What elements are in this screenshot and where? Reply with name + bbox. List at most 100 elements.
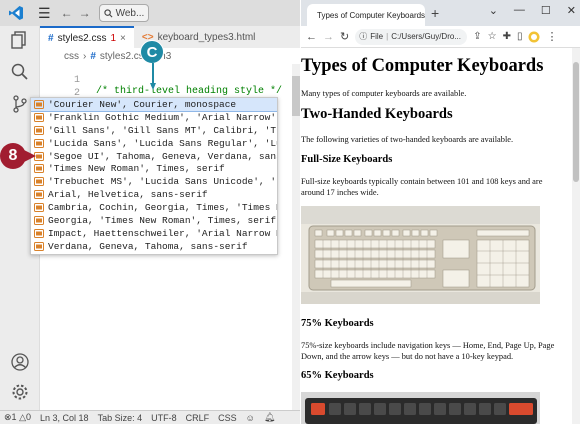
explorer-icon[interactable] xyxy=(10,30,30,50)
suggestion-item[interactable]: 'Courier New', Courier, monospace xyxy=(31,98,277,112)
chevron-down-icon[interactable]: ⌄ xyxy=(489,4,498,17)
suggestion-label: Arial, Helvetica, sans-serif xyxy=(48,189,208,201)
suggestion-label: 'Times New Roman', Times, serif xyxy=(48,163,225,175)
suggestion-label: 'Courier New', Courier, monospace xyxy=(48,98,237,110)
forward-arrow-icon[interactable]: → xyxy=(323,31,334,43)
callout-c-badge: C xyxy=(140,40,164,64)
scrollbar-thumb[interactable] xyxy=(573,62,579,182)
subsection-paragraph: Full-size keyboards typically contain be… xyxy=(301,177,543,197)
end-of-line[interactable]: CRLF xyxy=(186,413,210,423)
65-percent-keyboard-image xyxy=(301,392,540,424)
language-mode[interactable]: CSS xyxy=(218,413,237,423)
value-icon xyxy=(34,215,44,225)
suggestion-label: 'Gill Sans', 'Gill Sans MT', Calibri, 'T… xyxy=(48,124,277,136)
encoding[interactable]: UTF-8 xyxy=(151,413,177,423)
page-title: Types of Computer Keyboards xyxy=(301,56,544,76)
feedback-icon[interactable]: ☺ xyxy=(246,413,255,423)
callout-8-badge: 8 xyxy=(0,143,26,169)
suggestion-item[interactable]: 'Times New Roman', Times, serif xyxy=(31,162,277,175)
minimize-icon[interactable]: — xyxy=(514,4,525,17)
suggestion-item[interactable]: 'Lucida Sans', 'Lucida Sans Regular', 'L… xyxy=(31,137,277,150)
more-menu-icon[interactable]: ⋮ xyxy=(546,30,557,43)
star-icon[interactable]: ☆ xyxy=(488,31,497,42)
back-arrow-icon[interactable]: ← xyxy=(306,31,317,43)
bell-icon[interactable]: 🔔︎ xyxy=(264,412,275,423)
browser-tab[interactable]: Types of Computer Keyboards ✕ xyxy=(307,4,425,26)
cursor-position[interactable]: Ln 3, Col 18 xyxy=(40,413,89,423)
window-controls: ⌄ — ☐ ✕ xyxy=(489,4,576,17)
search-icon[interactable] xyxy=(10,62,30,82)
suggestion-item[interactable]: 'Trebuchet MS', 'Lucida Sans Unicode', '… xyxy=(31,175,277,188)
warning-count: 0 xyxy=(26,412,32,422)
suggestion-label: 'Franklin Gothic Medium', 'Arial Narrow'… xyxy=(48,111,277,123)
suggestion-item[interactable]: Impact, Haettenschweiler, 'Arial Narrow … xyxy=(31,227,277,240)
full-size-keyboard-image xyxy=(301,206,540,304)
section-heading: Two-Handed Keyboards xyxy=(301,106,453,122)
css-icon: # xyxy=(90,50,96,62)
error-count: 1 xyxy=(11,412,17,422)
tab-label: keyboard_types3.html xyxy=(157,31,256,43)
tab-styles2-css[interactable]: # styles2.css 1 × xyxy=(40,26,134,48)
source-control-icon[interactable] xyxy=(10,94,30,114)
gear-icon[interactable] xyxy=(10,382,30,402)
value-icon xyxy=(34,112,44,122)
tab-label: styles2.css xyxy=(57,32,107,44)
suggestion-label: Impact, Haettenschweiler, 'Arial Narrow … xyxy=(48,227,277,239)
menu-icon[interactable]: ☰ xyxy=(38,5,51,22)
sidebar-icon[interactable]: ▯ xyxy=(517,31,523,42)
editor-scrollbar[interactable] xyxy=(292,64,300,410)
close-icon[interactable]: × xyxy=(120,33,126,44)
error-icon: ⊗ xyxy=(4,412,12,422)
back-arrow-icon[interactable]: ← xyxy=(61,6,73,20)
css-icon: # xyxy=(48,32,54,44)
callout-c-pointer xyxy=(150,63,156,90)
reload-icon[interactable]: ↻ xyxy=(340,30,349,43)
intro-paragraph: Many types of computer keyboards are ava… xyxy=(301,89,467,98)
code-line: 1 /* third-level heading style */ xyxy=(40,64,292,97)
forward-arrow-icon[interactable]: → xyxy=(79,6,91,20)
browser-tab-title: Types of Computer Keyboards xyxy=(317,10,425,20)
suggestion-item[interactable]: Arial, Helvetica, sans-serif xyxy=(31,188,277,201)
address-text: C:/Users/Guy/Dro... xyxy=(391,32,461,41)
value-icon xyxy=(34,190,44,200)
suggestion-item[interactable]: Verdana, Geneva, Tahoma, sans-serif xyxy=(31,240,277,253)
subsection-heading: Full-Size Keyboards xyxy=(301,154,393,165)
search-icon xyxy=(103,8,113,17)
command-center-search[interactable]: Web... xyxy=(98,4,149,22)
subsection-heading: 65% Keyboards xyxy=(301,370,374,381)
breadcrumb-item[interactable]: css xyxy=(64,51,79,62)
value-icon xyxy=(34,164,44,174)
problems-indicator[interactable]: ⊗1 △0 xyxy=(4,412,31,423)
close-window-icon[interactable]: ✕ xyxy=(567,4,576,17)
code-line: 2 h3 { xyxy=(40,77,292,110)
suggestion-item[interactable]: 'Gill Sans', 'Gill Sans MT', Calibri, 'T… xyxy=(31,124,277,137)
warning-icon: △ xyxy=(19,412,26,422)
suggestion-label: Cambria, Cochin, Georgia, Times, 'Times … xyxy=(48,202,277,214)
suggestion-label: 'Lucida Sans', 'Lucida Sans Regular', 'L… xyxy=(48,137,277,149)
maximize-icon[interactable]: ☐ xyxy=(541,4,551,17)
tab-size[interactable]: Tab Size: 4 xyxy=(98,413,143,423)
section-paragraph: The following varieties of two-handed ke… xyxy=(301,135,514,144)
suggestion-item[interactable]: Georgia, 'Times New Roman', Times, serif xyxy=(31,214,277,227)
vscode-logo-icon xyxy=(9,6,23,20)
extensions-icon[interactable]: ✚ xyxy=(503,31,511,42)
browser-window: Types of Computer Keyboards ✕ + ⌄ — ☐ ✕ … xyxy=(301,0,580,424)
search-label: Web... xyxy=(115,7,145,19)
address-prefix: File xyxy=(370,32,384,41)
address-bar[interactable]: ⓘ File | C:/Users/Guy/Dro... xyxy=(355,28,468,45)
value-icon xyxy=(34,241,44,251)
value-icon xyxy=(34,138,44,148)
value-icon xyxy=(34,203,44,213)
profile-icon[interactable] xyxy=(528,31,540,43)
scrollbar-thumb[interactable] xyxy=(292,76,300,116)
suggestion-item[interactable]: 'Franklin Gothic Medium', 'Arial Narrow'… xyxy=(31,111,277,124)
suggestion-item[interactable]: 'Segoe UI', Tahoma, Geneva, Verdana, san… xyxy=(31,150,277,163)
page-scrollbar[interactable] xyxy=(572,48,580,424)
share-icon[interactable]: ⇪ xyxy=(473,31,481,42)
chevron-right-icon: › xyxy=(83,50,87,62)
vscode-titlebar: ☰ ← → Web... xyxy=(0,0,300,26)
new-tab-button[interactable]: + xyxy=(431,5,439,21)
suggestion-item[interactable]: Cambria, Cochin, Georgia, Times, 'Times … xyxy=(31,201,277,214)
account-icon[interactable] xyxy=(10,352,30,372)
value-icon xyxy=(34,125,44,135)
